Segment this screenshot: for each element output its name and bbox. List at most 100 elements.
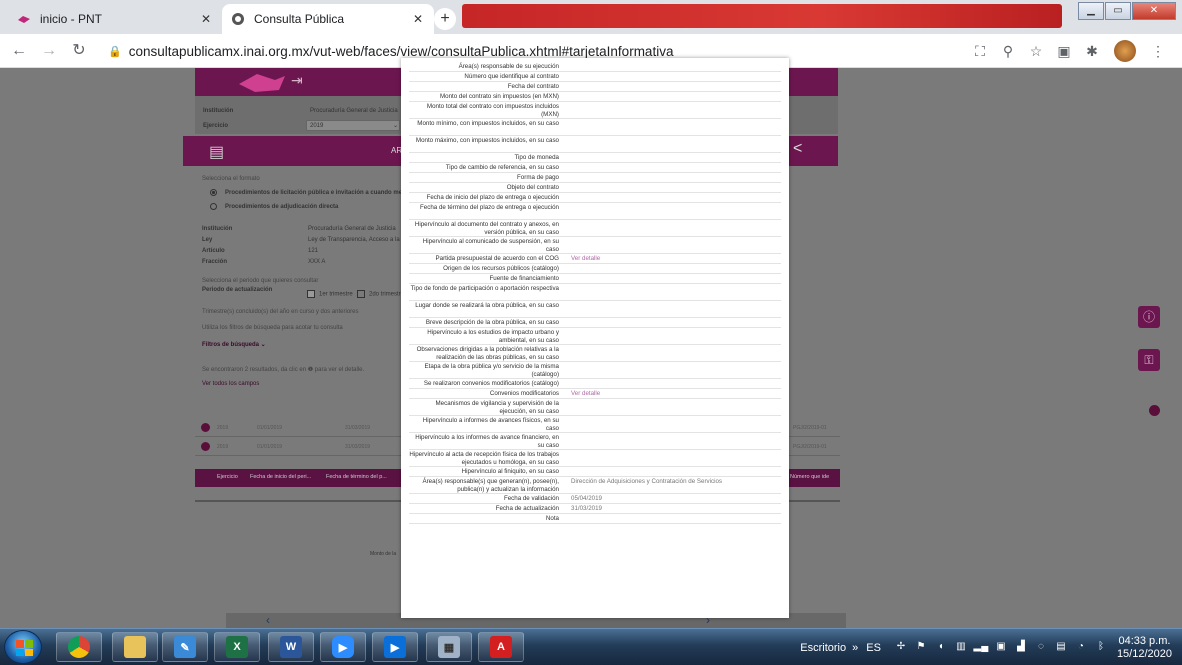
modal-field-label: Mecanismos de vigilancia y supervisión d…	[435, 400, 559, 415]
modal-field-row: Fecha del contrato	[409, 82, 781, 92]
modal-field-value: 31/03/2019	[571, 505, 602, 512]
key-side-icon[interactable]: ⚿	[1138, 349, 1160, 371]
modal-field-row: Fecha de término del plazo de entrega o …	[409, 203, 781, 220]
ver-detalle-link[interactable]: Ver detalle	[571, 255, 781, 263]
office-tray-icon[interactable]: ▟	[1013, 641, 1029, 655]
taskbar-excel[interactable]: X	[214, 632, 260, 662]
chevron-left-icon[interactable]: ‹	[266, 613, 270, 627]
radio-icon[interactable]	[210, 203, 217, 210]
modal-field-row: Origen de los recursos públicos (catálog…	[409, 264, 781, 274]
checkbox-checked-icon[interactable]	[307, 290, 315, 298]
menu-dots-icon[interactable]: ⋮	[1144, 43, 1172, 60]
new-tab-button[interactable]: +	[434, 8, 456, 30]
taskbar-acrobat[interactable]: A	[478, 632, 524, 662]
taskbar-zoom[interactable]: ▶	[320, 632, 366, 662]
profile-avatar[interactable]	[1114, 40, 1136, 62]
modal-field-value: 05/04/2019	[571, 495, 602, 502]
toolbar-icons: ⛶ ⚲ ☆ ▣ ✱ ⋮	[966, 40, 1172, 62]
maximize-button[interactable]: ▭	[1105, 2, 1131, 20]
zoom-icon[interactable]: ⚲	[994, 43, 1022, 60]
reload-icon[interactable]: ↻	[68, 40, 90, 62]
tab-inicio-pnt[interactable]: inicio - PNT ✕	[8, 4, 222, 34]
window-controls: ▁ ▭ ✕	[1077, 2, 1176, 20]
modal-field-label: Hipervínculo al acta de recepción física…	[409, 451, 559, 466]
windows-taskbar: ✎ X W ▶ ▶ ▦ A Escritorio » ES ✢ ⚑ ◖ ▥ ▂▄…	[0, 628, 1182, 665]
modal-field-row: Hipervínculo a los estudios de impacto u…	[409, 328, 781, 345]
modal-field-label: Hipervínculo a informes de avances físic…	[422, 417, 559, 432]
filtros-toggle[interactable]: Filtros de búsqueda ⌄	[202, 341, 266, 348]
forward-arrow-icon[interactable]: →	[38, 40, 60, 62]
modal-field-row: Hipervínculo a los informes de avance fi…	[409, 433, 781, 450]
device-tray-icon[interactable]: ▥	[953, 641, 969, 655]
col-header[interactable]: Número que ide	[790, 474, 829, 480]
tab-consulta-publica[interactable]: Consulta Pública ✕	[222, 4, 434, 34]
taskbar-explorer[interactable]	[112, 632, 158, 662]
extensions-puzzle-icon[interactable]: ✱	[1078, 43, 1106, 60]
radio-selected-icon[interactable]	[210, 189, 217, 196]
taskbar-paint[interactable]: ✎	[162, 632, 208, 662]
language-indicator[interactable]: ES	[866, 642, 881, 654]
modal-field-label: Objeto del contrato	[506, 184, 559, 191]
modal-field-row: Se realizaron convenios modificatorios (…	[409, 379, 781, 389]
login-icon[interactable]: ⇥	[291, 72, 303, 89]
modal-field-row: Hipervínculo al finiquito, en su caso	[409, 467, 781, 477]
checkbox-icon[interactable]	[357, 290, 365, 298]
flag-tray-icon[interactable]: ⚑	[913, 641, 929, 655]
volume-tray-icon[interactable]: ◖	[933, 641, 949, 655]
ver-campos-link[interactable]: Ver todos los campos	[202, 381, 259, 387]
taskbar-chrome[interactable]	[56, 632, 102, 662]
modal-field-label: Etapa de la obra pública y/o servicio de…	[424, 363, 559, 378]
modal-field-label: Fecha de término del plazo de entrega o …	[420, 204, 559, 211]
star-icon[interactable]: ☆	[1022, 43, 1050, 60]
lock-icon: 🔒	[108, 45, 122, 58]
info-label-institucion: Institución	[202, 226, 233, 232]
modal-field-label: Partida presupuestal de acuerdo con el C…	[435, 255, 559, 262]
modal-field-label: Observaciones dirigidas a la población r…	[416, 346, 559, 361]
info-side-icon[interactable]: ⓘ	[1138, 306, 1160, 328]
formato-option-2[interactable]: Procedimientos de adjudicación directa	[210, 203, 338, 210]
folder-icon	[124, 636, 146, 658]
scroll-top-icon[interactable]	[1149, 405, 1160, 416]
info-detail-icon[interactable]	[201, 442, 210, 451]
taskbar-calculator[interactable]: ▦	[426, 632, 472, 662]
info-value-institucion: Procuraduría General de Justicia	[308, 226, 396, 232]
close-tab-icon[interactable]: ✕	[410, 12, 426, 26]
col-header[interactable]: Fecha de término del p...	[326, 474, 387, 480]
modal-field-row: Área(s) responsable(s) que generan(n), p…	[409, 477, 781, 494]
info-detail-icon[interactable]	[201, 423, 210, 432]
modal-field-row: Hipervínculo al acta de recepción física…	[409, 450, 781, 467]
start-button[interactable]	[4, 630, 42, 664]
col-header[interactable]: Fecha de inicio del peri...	[250, 474, 311, 480]
app-tray-icon[interactable]: ▣	[993, 641, 1009, 655]
minimize-button[interactable]: ▁	[1078, 2, 1104, 20]
modal-field-label: Forma de pago	[517, 174, 559, 181]
periodo-option-2[interactable]: 2do trimestre	[357, 290, 404, 298]
clock[interactable]: 04:33 p.m. 15/12/2020	[1117, 635, 1172, 661]
share-icon[interactable]: <	[793, 140, 802, 158]
taskbar-word[interactable]: W	[268, 632, 314, 662]
translate-icon[interactable]: ⛶	[966, 43, 994, 60]
pdf-extension-icon[interactable]: ▣	[1050, 43, 1078, 60]
close-window-button[interactable]: ✕	[1132, 2, 1176, 20]
ejercicio-select[interactable]: 2019 ⌄	[306, 120, 400, 131]
col-header[interactable]: Ejercicio	[217, 474, 238, 480]
modal-field-label: Tipo de fondo de participación o aportac…	[410, 285, 559, 292]
modal-field-label: Fecha de validación	[503, 495, 559, 502]
signal-tray-icon[interactable]: ▂▄	[973, 641, 989, 655]
wifi-tray-icon[interactable]: ◔	[1073, 641, 1089, 655]
keyboard-tray-icon[interactable]: ▤	[1053, 641, 1069, 655]
network-tray-icon[interactable]: ✢	[893, 641, 909, 655]
modal-field-label: Área(s) responsable(s) que generan(n), p…	[422, 478, 559, 493]
ver-detalle-link[interactable]: Ver detalle	[571, 390, 781, 398]
pnt-logo	[239, 74, 285, 92]
excel-icon: X	[226, 636, 248, 658]
taskbar-media[interactable]: ▶	[372, 632, 418, 662]
tray-chevron[interactable]: »	[852, 642, 858, 654]
bluetooth-tray-icon[interactable]: ᛒ	[1093, 641, 1109, 655]
close-tab-icon[interactable]: ✕	[198, 12, 214, 26]
periodo-option-1[interactable]: 1er trimestre	[307, 290, 353, 298]
sync-tray-icon[interactable]: ◌	[1033, 641, 1049, 655]
formato-option-1[interactable]: Procedimientos de licitación pública e i…	[210, 189, 413, 196]
escritorio-label[interactable]: Escritorio	[800, 642, 846, 654]
back-arrow-icon[interactable]: ←	[8, 40, 30, 62]
